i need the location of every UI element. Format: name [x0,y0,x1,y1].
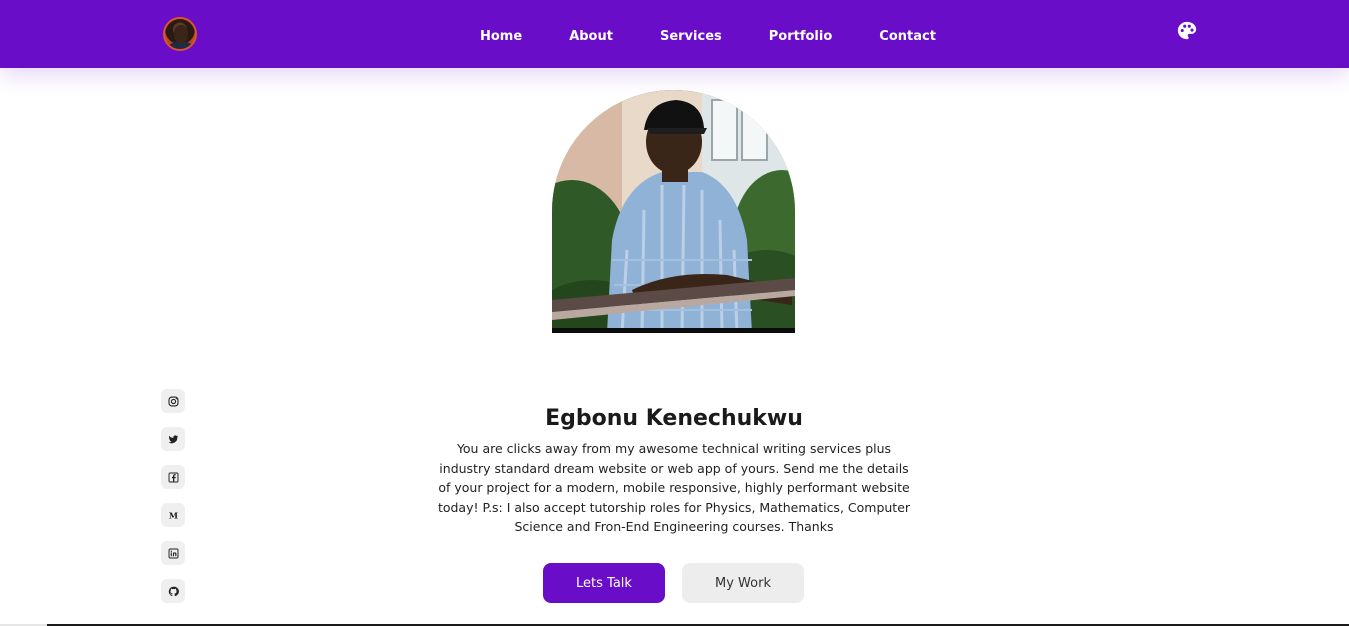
linkedin-icon[interactable] [161,541,185,565]
nav-link-portfolio[interactable]: Portfolio [769,29,833,44]
github-icon[interactable] [161,579,185,603]
profile-photo [552,90,795,333]
lets-talk-button[interactable]: Lets Talk [543,563,665,603]
nav-link-home[interactable]: Home [480,29,522,44]
twitter-icon[interactable] [161,427,185,451]
brand-avatar[interactable] [163,17,197,51]
social-links: M [161,389,185,617]
nav-link-services[interactable]: Services [660,29,722,44]
nav-link-contact[interactable]: Contact [879,29,936,44]
my-work-button[interactable]: My Work [682,563,804,603]
hero-name: Egbonu Kenechukwu [545,406,803,431]
svg-text:M: M [168,510,177,520]
instagram-icon[interactable] [161,389,185,413]
nav-menu: Home About Services Portfolio Contact [480,25,936,46]
medium-icon[interactable]: M [161,503,185,527]
facebook-icon[interactable] [161,465,185,489]
navbar: Home About Services Portfolio Contact [0,0,1349,68]
hero-description: You are clicks away from my awesome tech… [437,441,911,534]
nav-link-about[interactable]: About [569,29,613,44]
palette-icon[interactable] [1176,20,1198,42]
